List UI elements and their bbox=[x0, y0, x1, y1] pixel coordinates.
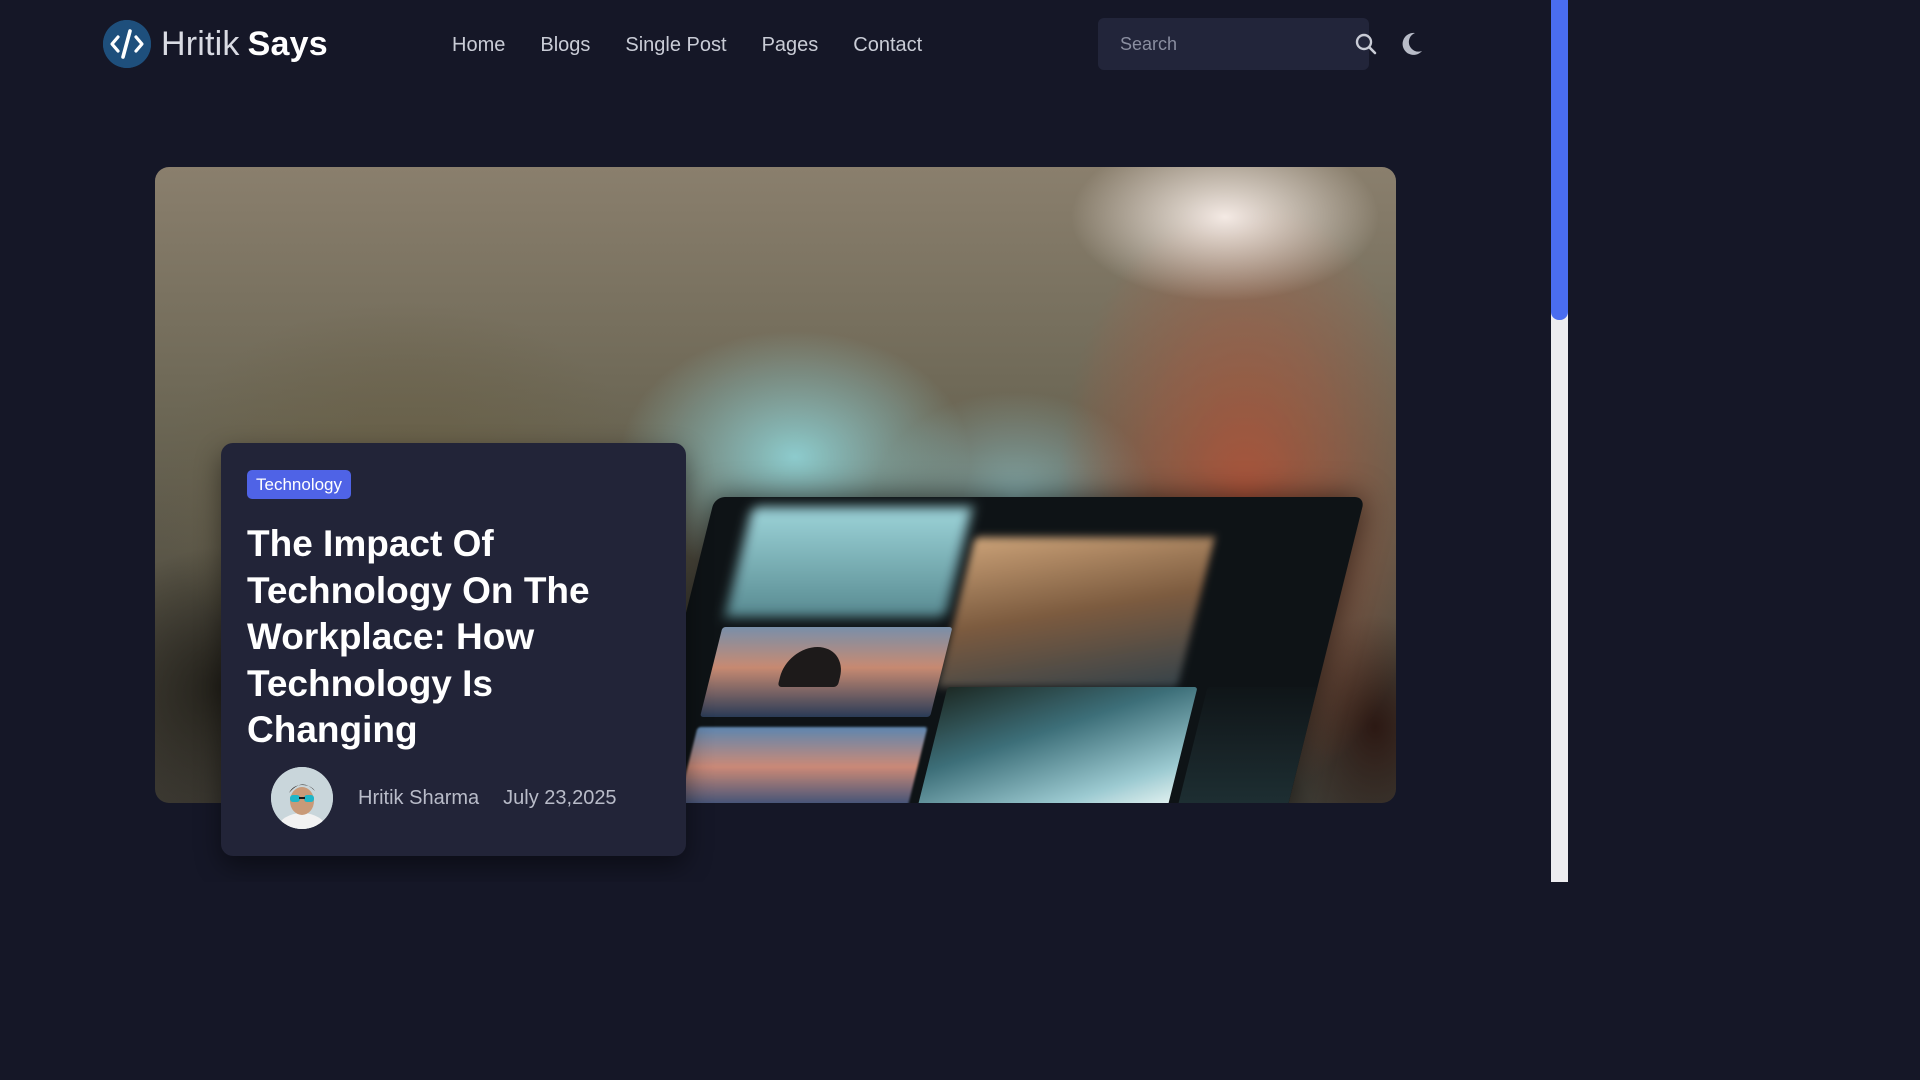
nav-item-contact[interactable]: Contact bbox=[853, 28, 922, 62]
nav-item-home[interactable]: Home bbox=[452, 28, 505, 62]
gallery-tile bbox=[724, 507, 973, 617]
featured-post-card: Technology The Impact Of Technology On T… bbox=[221, 443, 686, 856]
gallery-tile bbox=[937, 537, 1215, 687]
author-avatar[interactable] bbox=[271, 767, 333, 829]
gallery-tile bbox=[917, 687, 1198, 803]
category-badge[interactable]: Technology bbox=[247, 470, 352, 499]
gallery-tile bbox=[700, 627, 953, 717]
nav-item-single-post[interactable]: Single Post bbox=[625, 28, 726, 62]
scrollbar-thumb[interactable] bbox=[1551, 0, 1568, 320]
site-name-bold: Says bbox=[247, 25, 328, 63]
nav-item-blogs[interactable]: Blogs bbox=[540, 28, 590, 62]
post-meta: Hritik Sharma July 23,2025 bbox=[271, 767, 617, 829]
page: Hritik Says Home Blogs Single Post Pages … bbox=[0, 0, 1568, 882]
nav-item-pages[interactable]: Pages bbox=[762, 28, 819, 62]
gallery-tile bbox=[677, 727, 928, 803]
phone-photo-gallery bbox=[635, 497, 1365, 803]
post-title[interactable]: The Impact Of Technology On The Workplac… bbox=[247, 521, 647, 754]
moon-icon[interactable] bbox=[1398, 30, 1426, 58]
post-date: July 23,2025 bbox=[503, 787, 617, 809]
search-box bbox=[1098, 18, 1377, 70]
site-logo[interactable]: Hritik Says bbox=[103, 20, 328, 68]
main-nav: Home Blogs Single Post Pages Contact bbox=[452, 28, 957, 62]
gallery-tile bbox=[1177, 687, 1318, 803]
site-name: Hritik Says bbox=[161, 20, 328, 68]
site-name-light: Hritik bbox=[161, 25, 240, 63]
code-slash-icon bbox=[103, 20, 151, 68]
author-name[interactable]: Hritik Sharma bbox=[358, 784, 479, 812]
search-icon[interactable] bbox=[1354, 30, 1378, 58]
search-input[interactable] bbox=[1118, 32, 1354, 56]
